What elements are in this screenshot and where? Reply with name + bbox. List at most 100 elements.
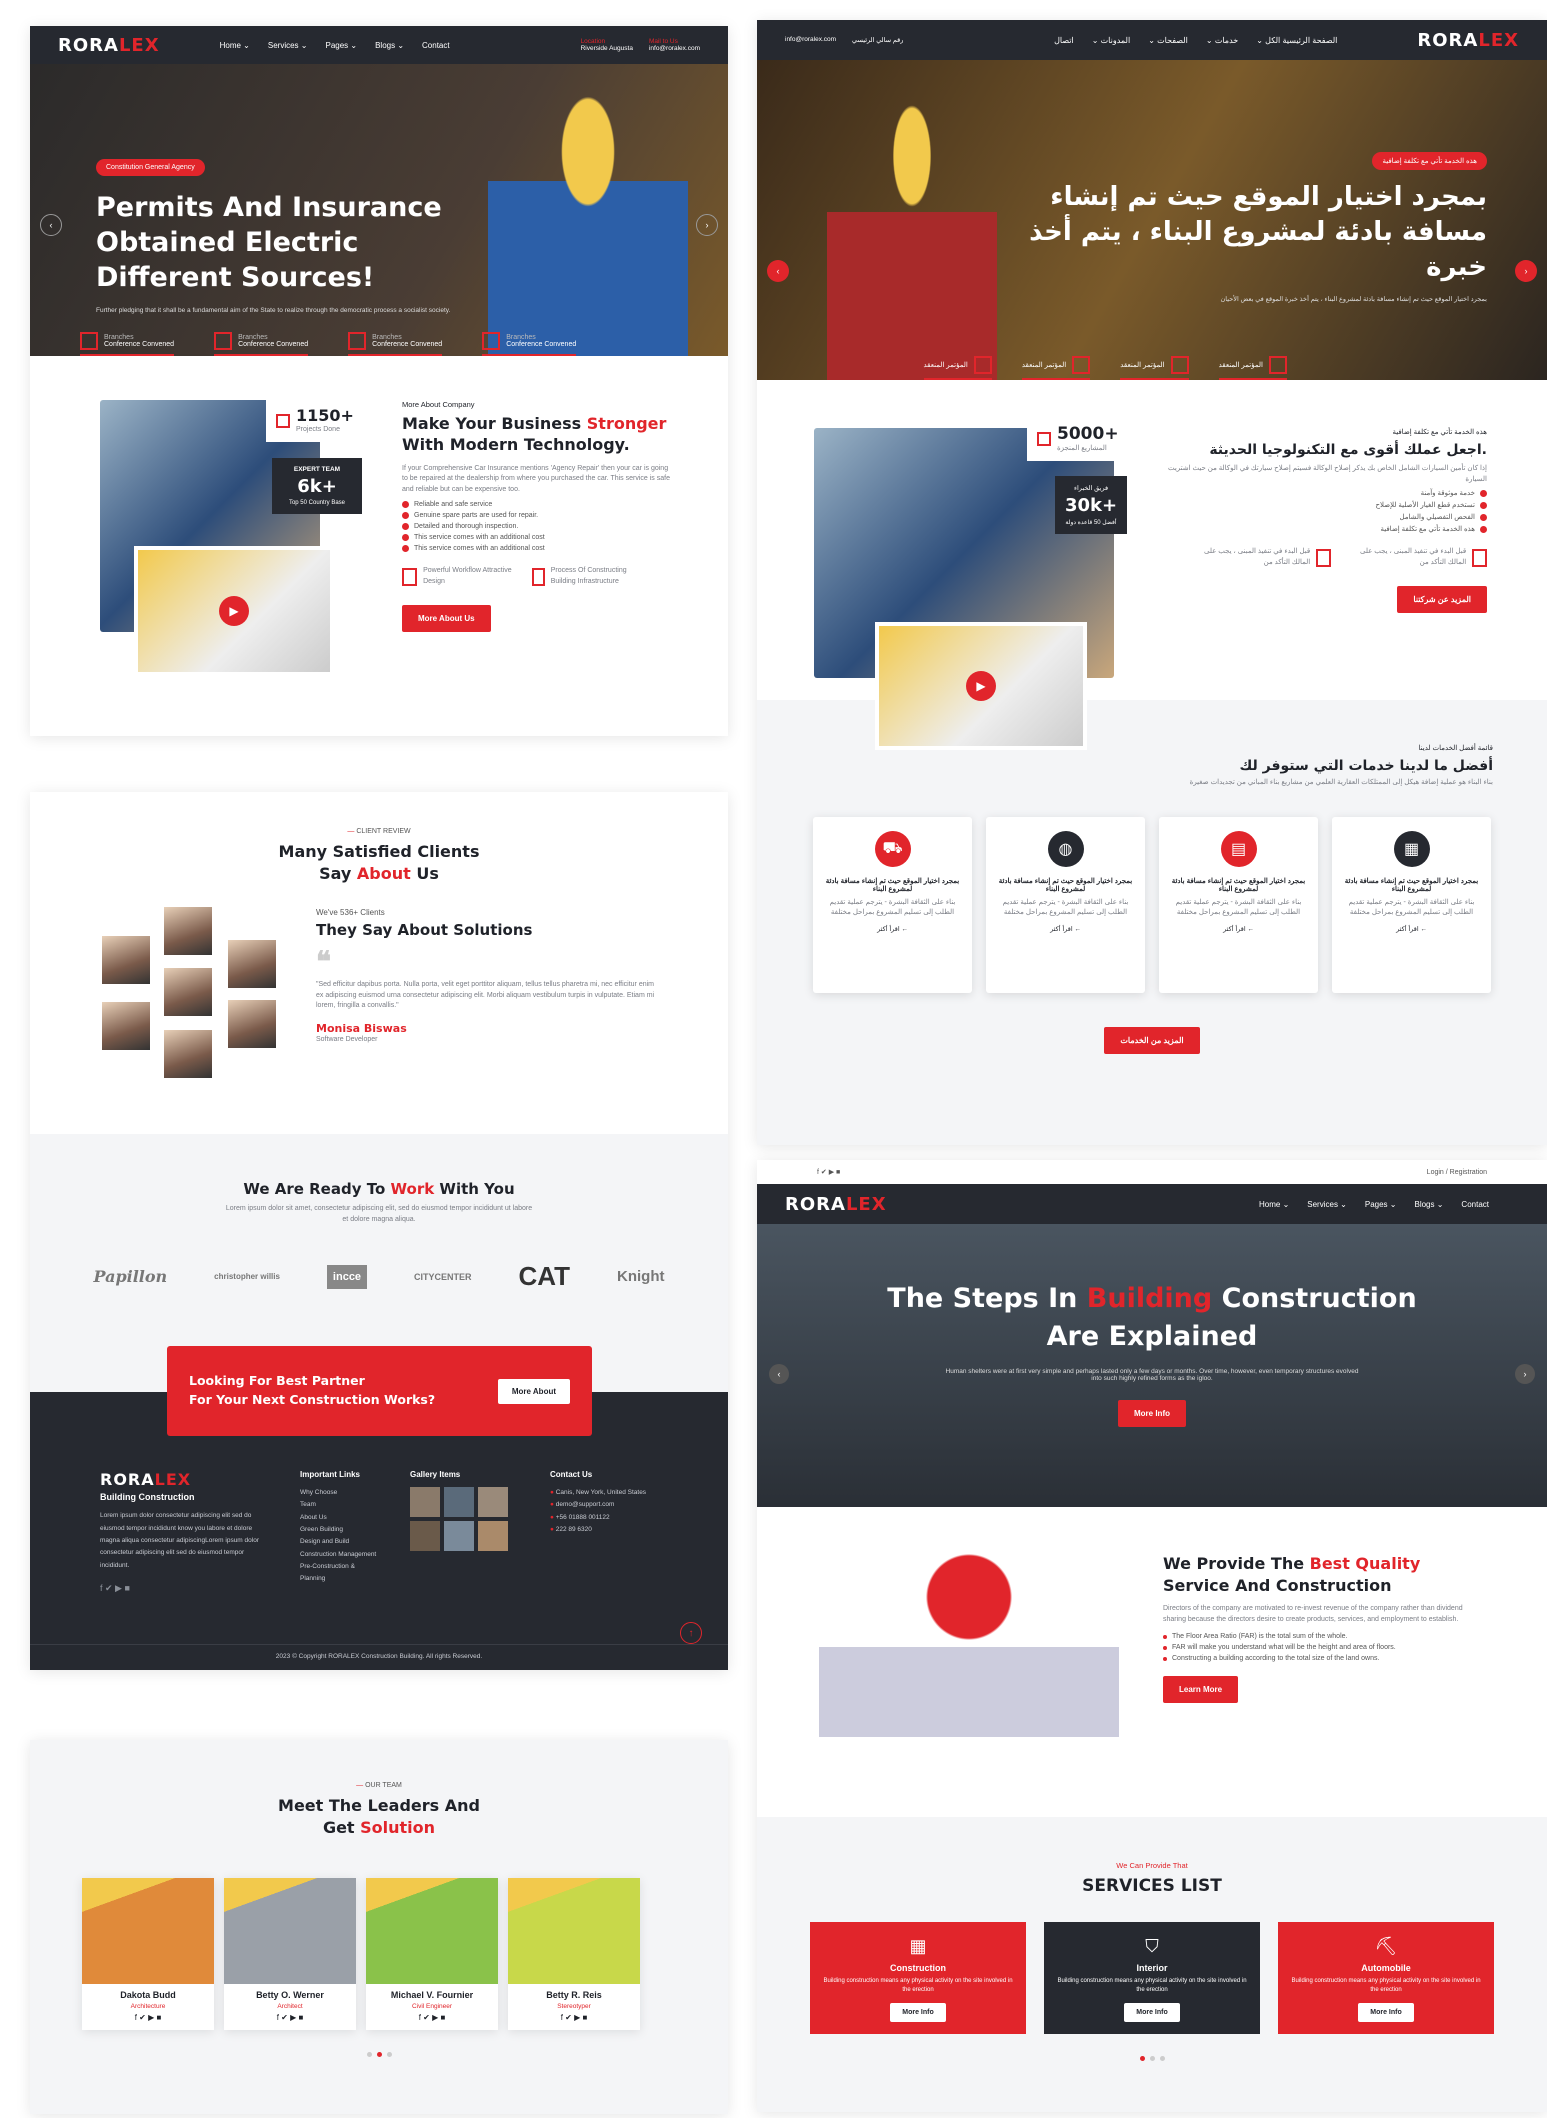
partner-logo[interactable]: CAT: [519, 1261, 571, 1292]
partner-logo[interactable]: Papillon: [93, 1267, 167, 1286]
nav-pages[interactable]: Pages ⌄: [325, 41, 357, 50]
nav-pages[interactable]: الصفحات ⌄: [1148, 36, 1188, 45]
more-services-button[interactable]: المزيد من الخدمات: [1104, 1026, 1200, 1054]
service-card[interactable]: ⛟ بمجرد اختيار الموقع حيث تم إنشاء مسافة …: [813, 816, 972, 993]
read-more-link[interactable]: ← اقرأ أكثر: [823, 925, 962, 933]
service-more-info-button[interactable]: More Info: [1124, 2003, 1180, 2022]
site-logo[interactable]: RORALEX: [1417, 30, 1519, 51]
mail-info: info@roralex.com: [785, 36, 837, 43]
nav-services[interactable]: خدمات ⌄: [1206, 36, 1238, 45]
building-icon: [348, 332, 367, 350]
partners-description: Lorem ipsum dolor sit amet, consectetur …: [225, 1205, 533, 1223]
learn-more-button[interactable]: Learn More: [1163, 1676, 1239, 1704]
nav-home[interactable]: الصفحة الرئيسية الكل ⌄: [1256, 36, 1337, 45]
read-more-link[interactable]: ← اقرأ أكثر: [1342, 925, 1481, 933]
footer-link[interactable]: Construction Management: [300, 1549, 380, 1561]
prev-arrow-icon[interactable]: ‹: [767, 260, 789, 282]
service-more-info-button[interactable]: More Info: [1358, 2003, 1414, 2022]
cta-more-about-button[interactable]: More About: [497, 1378, 570, 1404]
service-card[interactable]: ◍ بمجرد اختيار الموقع حيث تم إنشاء مسافة …: [986, 816, 1145, 993]
service-more-info-button[interactable]: More Info: [890, 2003, 946, 2022]
team-card[interactable]: Dakota Budd Architecture f ✔ ▶ ■: [82, 1878, 214, 2031]
team-carousel: Dakota Budd Architecture f ✔ ▶ ■ Betty O. …: [30, 1878, 728, 2031]
team-card[interactable]: Betty O. Werner Architect f ✔ ▶ ■: [224, 1878, 356, 2031]
more-about-us-button[interactable]: المزيد عن شركتنا: [1397, 586, 1487, 613]
social-icons[interactable]: f ✔ ▶ ■: [100, 1580, 270, 1597]
next-arrow-icon[interactable]: ›: [696, 214, 718, 236]
social-icons[interactable]: f ✔ ▶ ■: [366, 2013, 498, 2022]
nav-home[interactable]: Home ⌄: [1259, 1200, 1289, 1209]
home-3-panel: f ✔ ▶ ■ Login / Registration RORALEX Hom…: [757, 1160, 1547, 2112]
gallery-image[interactable]: [444, 1521, 474, 1551]
client-review-section: — CLIENT REVIEW Many Satisfied Clients Sa…: [30, 792, 728, 1134]
hero-description: Further pledging that it shall be a fund…: [96, 307, 451, 315]
service-card[interactable]: ▤ بمجرد اختيار الموقع حيث تم إنشاء مسافة …: [1159, 816, 1318, 993]
gallery-image[interactable]: [478, 1521, 508, 1551]
read-more-link[interactable]: ← اقرأ أكثر: [1169, 925, 1308, 933]
footer-link[interactable]: About Us: [300, 1512, 380, 1524]
nav-home[interactable]: Home ⌄: [220, 41, 250, 50]
social-icons[interactable]: f ✔ ▶ ■: [224, 2013, 356, 2022]
service-card-automobile[interactable]: ⛏ Automobile Building construction means a…: [1278, 1922, 1494, 2034]
hero-stats: المؤتمر المنعقد المؤتمر المنعقد المؤتمر …: [757, 356, 1547, 380]
check-icon: [402, 523, 409, 531]
social-icons[interactable]: f ✔ ▶ ■: [82, 2013, 214, 2022]
nav-blogs[interactable]: المدونات ⌄: [1092, 36, 1130, 45]
gallery-image[interactable]: [444, 1487, 474, 1517]
footer-link[interactable]: Team: [300, 1499, 380, 1511]
about-kicker: More About Company: [402, 400, 475, 409]
footer-link[interactable]: Why Choose: [300, 1487, 380, 1499]
nav-services[interactable]: Services ⌄: [268, 41, 308, 50]
nav-blogs[interactable]: Blogs ⌄: [375, 41, 404, 50]
service-card-interior[interactable]: ⛉ Interior Building construction means any…: [1044, 1922, 1260, 2034]
check-icon: [402, 545, 409, 553]
projects-badge: 5000+ المشاريع المنجزة: [1027, 418, 1129, 461]
carousel-dots[interactable]: [757, 2056, 1547, 2061]
service-card-construction[interactable]: ▦ Construction Building construction means…: [810, 1922, 1026, 2034]
check-icon: [1480, 489, 1487, 497]
footer-link[interactable]: Green Building: [300, 1524, 380, 1536]
prev-arrow-icon[interactable]: ‹: [769, 1364, 789, 1384]
carousel-dots[interactable]: [30, 2052, 728, 2058]
nav-contact[interactable]: اتصال: [1054, 36, 1074, 45]
login-link[interactable]: Login / Registration: [1427, 1169, 1487, 1176]
partner-logo[interactable]: christopher willis: [214, 1272, 280, 1281]
nav-blogs[interactable]: Blogs ⌄: [1414, 1200, 1443, 1209]
quality-list: The Floor Area Ratio (FAR) is the total …: [1163, 1633, 1483, 1662]
next-arrow-icon[interactable]: ›: [1515, 260, 1537, 282]
team-card[interactable]: Michael V. Fournier Civil Engineer f ✔ ▶ ■: [366, 1878, 498, 2031]
social-icons[interactable]: f ✔ ▶ ■: [817, 1168, 840, 1176]
social-icons[interactable]: f ✔ ▶ ■: [508, 2013, 640, 2022]
footer-link[interactable]: Design and Build: [300, 1536, 380, 1548]
nav-services[interactable]: Services ⌄: [1307, 1200, 1347, 1209]
gallery-image[interactable]: [478, 1487, 508, 1517]
service-cards: ▦ بمجرد اختيار الموقع حيث تم إنشاء مسافة …: [757, 816, 1547, 993]
more-info-button[interactable]: More Info: [1118, 1399, 1186, 1427]
gallery-image[interactable]: [410, 1521, 440, 1551]
about-features: قبل البدء في تنفيذ المبنى ، يجب على الما…: [1167, 547, 1487, 568]
footer-logo[interactable]: RORALEX: [100, 1470, 191, 1489]
site-logo[interactable]: RORALEX: [58, 35, 160, 56]
scroll-top-icon[interactable]: ↑: [680, 1622, 702, 1644]
play-icon[interactable]: ▶: [219, 596, 249, 626]
play-icon[interactable]: ▶: [966, 671, 996, 701]
site-logo[interactable]: RORALEX: [785, 1194, 887, 1215]
gallery-image[interactable]: [410, 1487, 440, 1517]
read-more-link[interactable]: ← اقرأ أكثر: [996, 925, 1135, 933]
nav-contact[interactable]: Contact: [422, 41, 450, 50]
next-arrow-icon[interactable]: ›: [1515, 1364, 1535, 1384]
partner-logo[interactable]: Knight: [617, 1268, 664, 1285]
more-about-us-button[interactable]: More About Us: [402, 605, 491, 633]
team-photo: [508, 1878, 640, 1985]
building-icon: [1170, 356, 1189, 374]
nav-contact[interactable]: Contact: [1461, 1200, 1489, 1209]
partner-logo[interactable]: CITYCENTER: [414, 1272, 472, 1282]
team-card[interactable]: Betty R. Reis Stereotyper f ✔ ▶ ■: [508, 1878, 640, 2031]
footer-link[interactable]: Pre-Construction & Planning: [300, 1561, 380, 1586]
service-card[interactable]: ▦ بمجرد اختيار الموقع حيث تم إنشاء مسافة …: [1332, 816, 1491, 993]
video-thumbnail[interactable]: ▶: [134, 546, 334, 676]
nav-pages[interactable]: Pages ⌄: [1365, 1200, 1397, 1209]
video-thumbnail[interactable]: ▶: [875, 622, 1087, 750]
partner-logo[interactable]: incce: [326, 1264, 368, 1289]
prev-arrow-icon[interactable]: ‹: [40, 214, 62, 236]
